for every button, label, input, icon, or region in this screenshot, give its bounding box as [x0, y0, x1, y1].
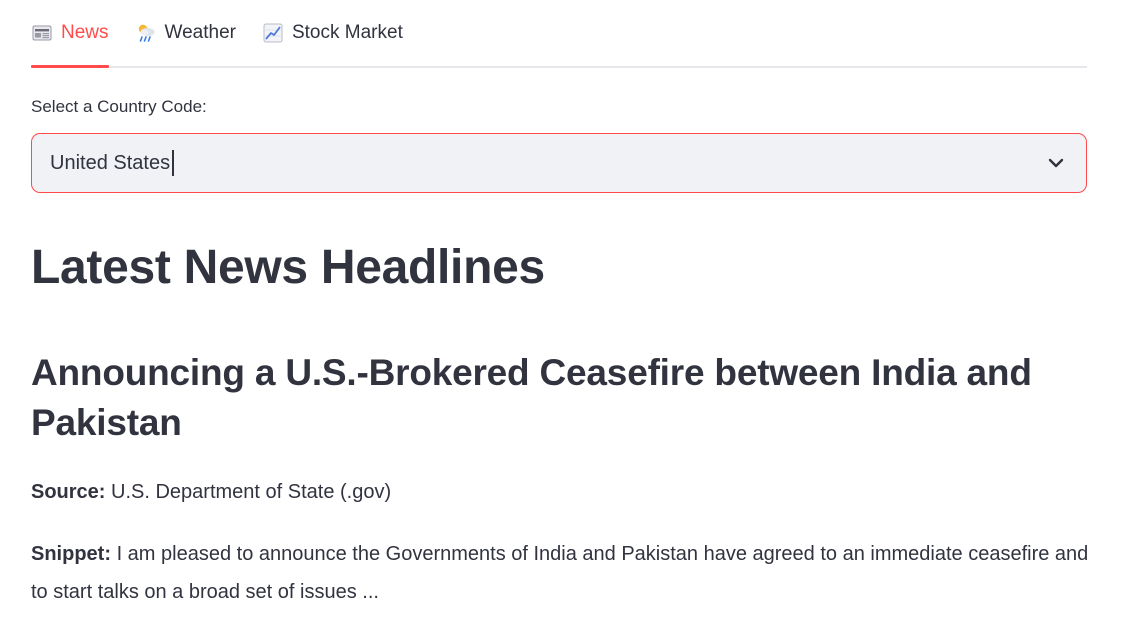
chart-increasing-icon [262, 22, 284, 44]
tab-stock-market[interactable]: Stock Market [262, 0, 403, 66]
article-title: Announcing a U.S.-Brokered Ceasefire bet… [31, 352, 1032, 443]
country-select[interactable]: United States [31, 133, 1087, 193]
article-source: Source: U.S. Department of State (.gov) [31, 473, 1091, 511]
country-select-label: Select a Country Code: [31, 97, 207, 116]
tab-weather[interactable]: Weather [135, 0, 236, 66]
tab-bar: News Weather Stock Market [31, 0, 1087, 68]
app: News Weather Stock Market Select a Count… [0, 0, 1135, 619]
tab-news[interactable]: News [31, 0, 109, 68]
article-snippet: Snippet: I am pleased to announce the Go… [31, 535, 1091, 611]
snippet-value: I am pleased to announce the Governments… [31, 543, 1089, 603]
snippet-label: Snippet: [31, 543, 111, 565]
weather-icon [135, 22, 157, 44]
tab-news-label: News [61, 21, 109, 43]
page-title: Latest News Headlines [31, 241, 545, 294]
chevron-down-icon[interactable] [1046, 153, 1066, 173]
tab-weather-label: Weather [164, 21, 236, 43]
source-label: Source: [31, 481, 106, 503]
newspaper-icon [31, 22, 53, 44]
text-cursor [172, 150, 175, 176]
tab-stock-market-label: Stock Market [291, 21, 403, 43]
country-select-value: United States [50, 151, 171, 174]
source-value: U.S. Department of State (.gov) [111, 481, 392, 503]
